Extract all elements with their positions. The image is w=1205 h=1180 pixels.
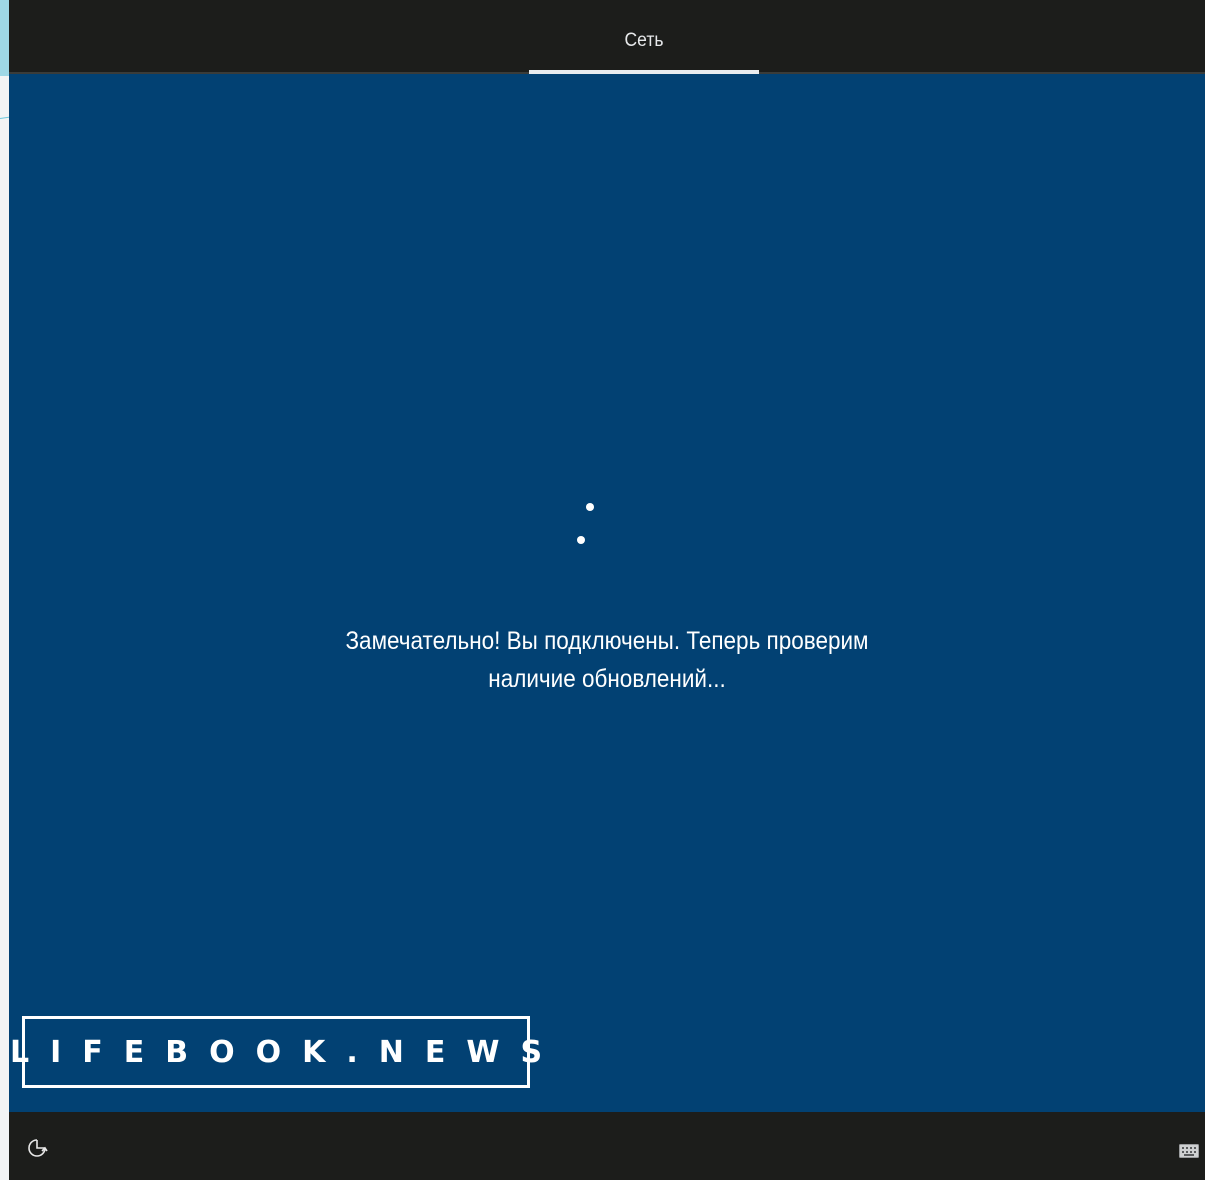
status-message-line2: наличие обновлений... bbox=[488, 665, 726, 693]
watermark-logo: LIFEBOOK.NEWS bbox=[10, 1016, 542, 1088]
footer-bar bbox=[9, 1112, 1205, 1180]
keyboard-icon[interactable] bbox=[1179, 1144, 1199, 1158]
left-edge-frame bbox=[0, 0, 9, 1180]
watermark-text: LIFEBOOK.NEWS bbox=[9, 1034, 564, 1070]
status-message-line1: Замечательно! Вы подключены. Теперь пров… bbox=[345, 627, 869, 655]
main-content: Замечательно! Вы подключены. Теперь пров… bbox=[9, 74, 1205, 1112]
spinner-dot bbox=[586, 503, 594, 511]
tab-network[interactable]: Сеть bbox=[529, 0, 759, 74]
left-corner-accent bbox=[0, 0, 9, 76]
status-message: Замечательно! Вы подключены. Теперь пров… bbox=[292, 622, 922, 698]
header-bar: Сеть bbox=[9, 0, 1205, 74]
tab-network-label: Сеть bbox=[624, 30, 664, 51]
oobe-screen: Сеть Замечательно! Вы подключены. Теперь… bbox=[0, 0, 1205, 1180]
accessibility-icon[interactable] bbox=[25, 1136, 49, 1160]
spinner-dot bbox=[577, 536, 585, 544]
